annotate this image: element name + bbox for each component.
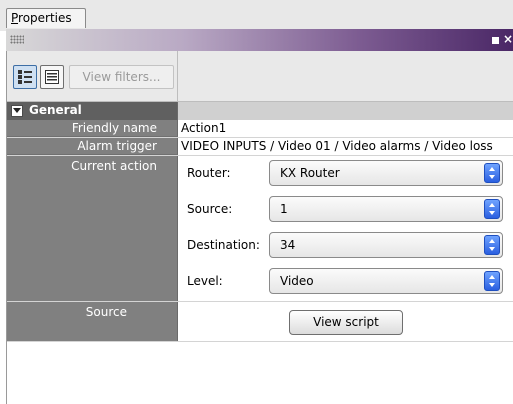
close-icon[interactable]: × bbox=[503, 31, 513, 47]
view-script-button[interactable]: View script bbox=[289, 310, 403, 335]
router-select[interactable]: KX Router bbox=[269, 160, 503, 186]
destination-label: Destination: bbox=[187, 238, 260, 252]
tab-strip: Properties bbox=[0, 0, 513, 31]
friendly-name-value-cell[interactable]: Action1 bbox=[179, 120, 513, 137]
level-label: Level: bbox=[187, 274, 223, 288]
property-label-cell: Alarm trigger bbox=[7, 138, 178, 155]
group-label: General bbox=[29, 103, 82, 117]
panel-title-bar[interactable]: × bbox=[6, 29, 513, 51]
source-label: Source: bbox=[187, 202, 233, 216]
properties-pane: View filters... General Friendly name Ac… bbox=[6, 51, 513, 404]
property-label: Alarm trigger bbox=[77, 139, 157, 153]
list-view-button[interactable] bbox=[40, 65, 64, 89]
property-row-friendly-name[interactable]: Friendly name Action1 bbox=[7, 120, 513, 138]
source-select-value: 1 bbox=[280, 202, 288, 216]
dropdown-arrow-icon[interactable] bbox=[484, 163, 500, 183]
restore-icon[interactable] bbox=[492, 37, 499, 44]
source-select[interactable]: 1 bbox=[269, 196, 503, 222]
group-header-value-cell bbox=[178, 102, 513, 120]
property-label: Friendly name bbox=[71, 121, 157, 135]
properties-toolbar: View filters... bbox=[7, 51, 513, 102]
grip-icon[interactable] bbox=[10, 35, 24, 44]
property-label: Source bbox=[85, 305, 127, 319]
property-row-current-action: Current action Router: KX Router Source:… bbox=[7, 156, 513, 302]
view-filters-button: View filters... bbox=[69, 65, 174, 89]
dropdown-arrow-icon[interactable] bbox=[484, 199, 500, 219]
toolbar-divider bbox=[177, 51, 178, 101]
router-select-value: KX Router bbox=[280, 166, 340, 180]
property-row-alarm-trigger[interactable]: Alarm trigger VIDEO INPUTS / Video 01 / … bbox=[7, 138, 513, 156]
property-label-cell: Source bbox=[7, 302, 178, 341]
group-header-general[interactable]: General bbox=[7, 102, 513, 120]
destination-select-value: 34 bbox=[280, 238, 296, 252]
group-header-label-cell: General bbox=[7, 102, 178, 120]
categorized-view-icon bbox=[18, 70, 32, 84]
property-grid: General Friendly name Action1 Alarm trig… bbox=[7, 102, 513, 342]
tab-properties-accelerator: P bbox=[11, 11, 19, 25]
property-label-cell: Friendly name bbox=[7, 120, 178, 137]
level-field: Level: Video bbox=[179, 264, 513, 300]
level-select[interactable]: Video bbox=[269, 268, 503, 294]
categorized-view-button[interactable] bbox=[13, 65, 37, 89]
tab-properties-label: roperties bbox=[18, 11, 72, 25]
collapse-triangle-icon[interactable] bbox=[11, 105, 23, 117]
list-view-icon bbox=[45, 70, 59, 84]
router-field: Router: KX Router bbox=[179, 156, 513, 192]
property-label: Current action bbox=[71, 159, 157, 173]
destination-select[interactable]: 34 bbox=[269, 232, 503, 258]
level-select-value: Video bbox=[280, 274, 314, 288]
alarm-trigger-value-cell[interactable]: VIDEO INPUTS / Video 01 / Video alarms /… bbox=[179, 138, 513, 155]
router-label: Router: bbox=[187, 166, 231, 180]
dropdown-arrow-icon[interactable] bbox=[484, 271, 500, 291]
destination-field: Destination: 34 bbox=[179, 228, 513, 264]
property-label-cell: Current action bbox=[7, 156, 178, 301]
tab-properties[interactable]: Properties bbox=[6, 8, 86, 28]
current-action-value-cell: Router: KX Router Source: 1 Destination: bbox=[179, 156, 513, 301]
property-row-source: Source View script bbox=[7, 302, 513, 342]
alarm-trigger-value[interactable]: VIDEO INPUTS / Video 01 / Video alarms /… bbox=[181, 139, 493, 153]
friendly-name-value[interactable]: Action1 bbox=[181, 121, 226, 135]
source-field: Source: 1 bbox=[179, 192, 513, 228]
source-value-cell: View script bbox=[179, 302, 513, 341]
dropdown-arrow-icon[interactable] bbox=[484, 235, 500, 255]
